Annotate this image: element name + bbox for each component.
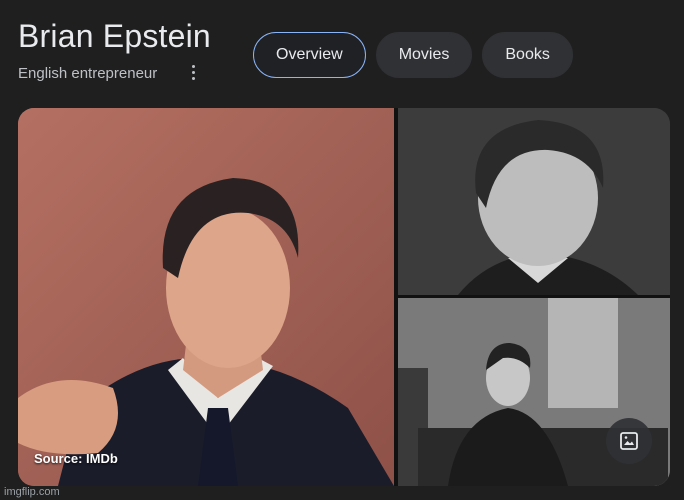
entity-subtitle: English entrepreneur <box>18 65 158 82</box>
tab-books[interactable]: Books <box>482 32 573 78</box>
image-icon <box>620 432 638 450</box>
main-portrait-image[interactable] <box>18 108 394 486</box>
tab-overview[interactable]: Overview <box>253 32 366 78</box>
image-gallery: Source: IMDb <box>18 108 670 486</box>
view-images-button[interactable] <box>606 418 652 464</box>
watermark: imgflip.com <box>4 486 60 498</box>
tab-movies[interactable]: Movies <box>375 32 473 78</box>
more-options-icon[interactable] <box>186 62 200 82</box>
bw-portrait-image[interactable] <box>398 108 670 295</box>
image-source-label: Source: IMDb <box>34 451 118 466</box>
entity-title: Brian Epstein <box>18 18 211 54</box>
tab-bar: Overview Movies Books <box>253 32 573 78</box>
